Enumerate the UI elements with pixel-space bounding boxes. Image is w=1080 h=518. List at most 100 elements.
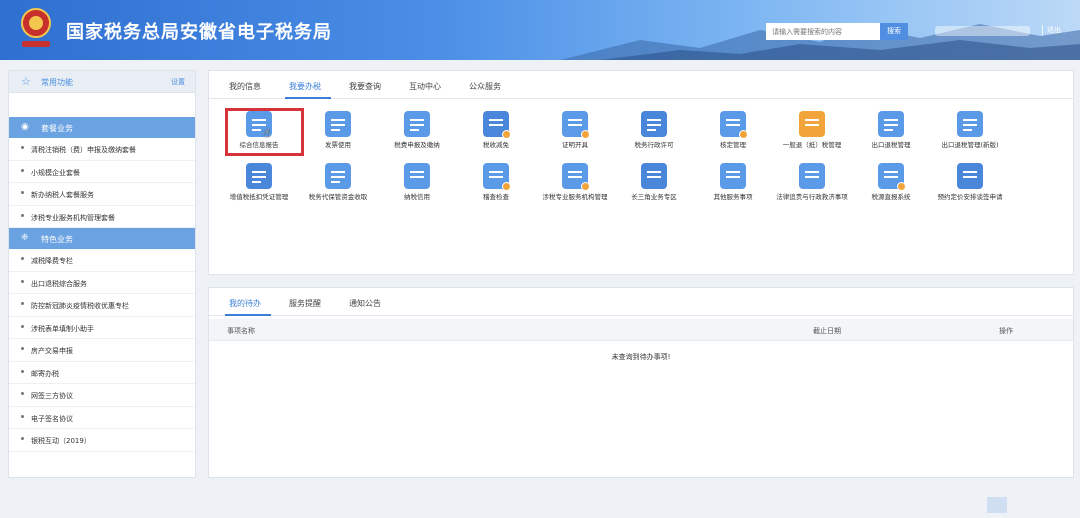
- bullet-icon: [21, 213, 24, 217]
- func-admin-license[interactable]: 税务行政许可: [614, 111, 694, 155]
- bullet-icon: [21, 437, 24, 440]
- func-certificate[interactable]: 证明开具: [535, 111, 615, 155]
- sidebar-section-package[interactable]: ◉ 套餐业务: [9, 117, 195, 138]
- func-tax-declare[interactable]: 税费申报及缴纳: [377, 111, 457, 155]
- bullet-icon: [21, 257, 24, 260]
- sidebar-item[interactable]: 出口退税综合服务: [9, 272, 195, 294]
- todo-panel: 我的待办 服务提醒 通知公告 事项名称 截止日期 操作 未查询到待办事项!: [208, 287, 1074, 478]
- func-label: 法律追责与行政救济事项: [776, 193, 848, 201]
- star-icon: ☆: [21, 75, 31, 88]
- bullet-icon: [21, 146, 24, 149]
- bullet-icon: [21, 414, 24, 418]
- func-label: 长三角业务专区: [631, 193, 677, 201]
- tab-tax-handling[interactable]: 我要办税: [289, 81, 321, 92]
- func-label: 增值税抵扣凭证管理: [229, 193, 289, 201]
- sidebar-item[interactable]: 涉税表单填制小助手: [9, 317, 195, 339]
- func-label: 一般退（抵）税管理: [782, 141, 842, 149]
- sidebar-item-label: 防控新冠肺炎疫情税收优惠专栏: [31, 302, 129, 310]
- sidebar-item[interactable]: 银税互动（2019）: [9, 429, 195, 452]
- func-tax-credit[interactable]: 纳税信用: [377, 163, 457, 207]
- sidebar-common-label: 常用功能: [41, 78, 73, 87]
- sidebar-item-label: 涉税表单填制小助手: [31, 324, 94, 333]
- func-label: 税务行政许可: [634, 141, 674, 149]
- pricing-icon: [957, 163, 983, 189]
- bullet-icon: [21, 302, 24, 305]
- sidebar-item[interactable]: 减税降费专栏: [9, 249, 195, 272]
- logout-link[interactable]: 退出: [1047, 25, 1061, 35]
- sidebar-section-label: 特色业务: [41, 235, 73, 244]
- func-export-refund-new[interactable]: 出口退税管理(新版): [930, 111, 1010, 155]
- bullet-icon: [21, 168, 24, 172]
- col-name-header: 事项名称: [227, 327, 255, 335]
- user-info-redacted: [935, 26, 1030, 36]
- verification-icon: [720, 111, 748, 139]
- sidebar-item[interactable]: 小规模企业套餐: [9, 161, 195, 183]
- func-fund-custody[interactable]: 税务代保管资金收取: [298, 163, 378, 207]
- sidebar-item[interactable]: 房产交易申报: [9, 339, 195, 362]
- search-input[interactable]: [766, 23, 880, 40]
- func-invoice-use[interactable]: 发票使用: [298, 111, 378, 155]
- func-inspection[interactable]: 稽查检查: [456, 163, 536, 207]
- func-label: 证明开具: [562, 141, 588, 149]
- tab-notice[interactable]: 通知公告: [349, 298, 381, 309]
- func-label: 核定管理: [720, 141, 746, 149]
- tab-my-todo[interactable]: 我的待办: [229, 298, 261, 309]
- sidebar-item-label: 涉税专业服务机构管理套餐: [31, 213, 115, 222]
- search-button[interactable]: 搜索: [880, 23, 908, 40]
- func-yangtze-delta[interactable]: 长三角业务专区: [614, 163, 694, 207]
- func-legal-remedy[interactable]: 法律追责与行政救济事项: [772, 163, 852, 207]
- sidebar-common-header: ☆ 常用功能 设置: [9, 71, 195, 93]
- func-label: 纳税信用: [404, 193, 430, 201]
- func-verification[interactable]: 核定管理: [693, 111, 773, 155]
- sidebar-item-label: 减税降费专栏: [31, 257, 73, 265]
- func-label: 发票使用: [325, 141, 351, 149]
- func-vat-deduction[interactable]: 增值税抵扣凭证管理: [219, 163, 299, 207]
- func-tax-reduction[interactable]: 税收减免: [456, 111, 536, 155]
- tab-my-info[interactable]: 我的信息: [229, 81, 261, 92]
- func-tax-source-report[interactable]: 税源直报系统: [851, 163, 931, 207]
- export-icon: [878, 111, 904, 137]
- sidebar-item[interactable]: 网签三方协议: [9, 384, 195, 407]
- col-action-header: 操作: [999, 327, 1013, 335]
- func-agency-mgmt[interactable]: 涉税专业服务机构管理: [535, 163, 615, 207]
- func-label: 出口退税管理(新版): [941, 141, 999, 149]
- func-export-refund[interactable]: 出口退税管理: [851, 111, 931, 155]
- func-pricing-agreement[interactable]: 预约定价安排谈签申请: [930, 163, 1010, 207]
- sidebar-item[interactable]: 涉税专业服务机构管理套餐: [9, 206, 195, 228]
- sidebar-item-label: 房产交易申报: [31, 347, 73, 355]
- sidebar-section-special[interactable]: ❈ 特色业务: [9, 228, 195, 249]
- tab-interaction[interactable]: 互动中心: [409, 81, 441, 92]
- func-label: 其他服务事项: [713, 193, 753, 201]
- col-deadline-header: 截止日期: [813, 327, 841, 335]
- func-label: 出口退税管理: [871, 141, 911, 149]
- func-label: 预约定价安排谈签申请: [937, 193, 1003, 201]
- tab-service-reminder[interactable]: 服务提醒: [289, 298, 321, 309]
- sidebar-item-label: 电子签名协议: [31, 414, 73, 423]
- function-panel: 我的信息 我要办税 我要查询 互动中心 公众服务 综合信息报告 发票使用 税费申…: [208, 70, 1074, 275]
- sidebar-item[interactable]: 防控新冠肺炎疫情税收优惠专栏: [9, 294, 195, 317]
- sidebar-item[interactable]: 电子签名协议: [9, 407, 195, 429]
- func-other-services[interactable]: 其他服务事项: [693, 163, 773, 207]
- sidebar-item[interactable]: 邮寄办税: [9, 362, 195, 384]
- package-icon: ◉: [21, 122, 29, 132]
- func-label: 涉税专业服务机构管理: [542, 193, 608, 201]
- refund-icon: [799, 111, 825, 137]
- func-label: 税务代保管资金收取: [308, 193, 368, 201]
- site-title: 国家税务总局安徽省电子税务局: [66, 22, 332, 43]
- custody-icon: [325, 163, 351, 189]
- sidebar-item-label: 出口退税综合服务: [31, 279, 87, 288]
- sidebar-settings-link[interactable]: 设置: [171, 77, 185, 87]
- bullet-icon: [21, 191, 24, 194]
- site-header: 国家税务总局安徽省电子税务局 搜索 退出: [0, 0, 1080, 60]
- tab-query[interactable]: 我要查询: [349, 81, 381, 92]
- sidebar-item[interactable]: 清税注销税（费）申报及缴纳套餐: [9, 138, 195, 161]
- export-new-icon: [957, 111, 983, 137]
- func-label: 税源直报系统: [871, 193, 911, 201]
- sidebar-section-label: 套餐业务: [41, 124, 73, 133]
- func-refund[interactable]: 一般退（抵）税管理: [772, 111, 852, 155]
- sidebar-item[interactable]: 新办纳税人套餐服务: [9, 183, 195, 206]
- grid-icon: [720, 163, 746, 189]
- sidebar-item-label: 银税互动（2019）: [31, 437, 91, 445]
- tab-public-service[interactable]: 公众服务: [469, 81, 501, 92]
